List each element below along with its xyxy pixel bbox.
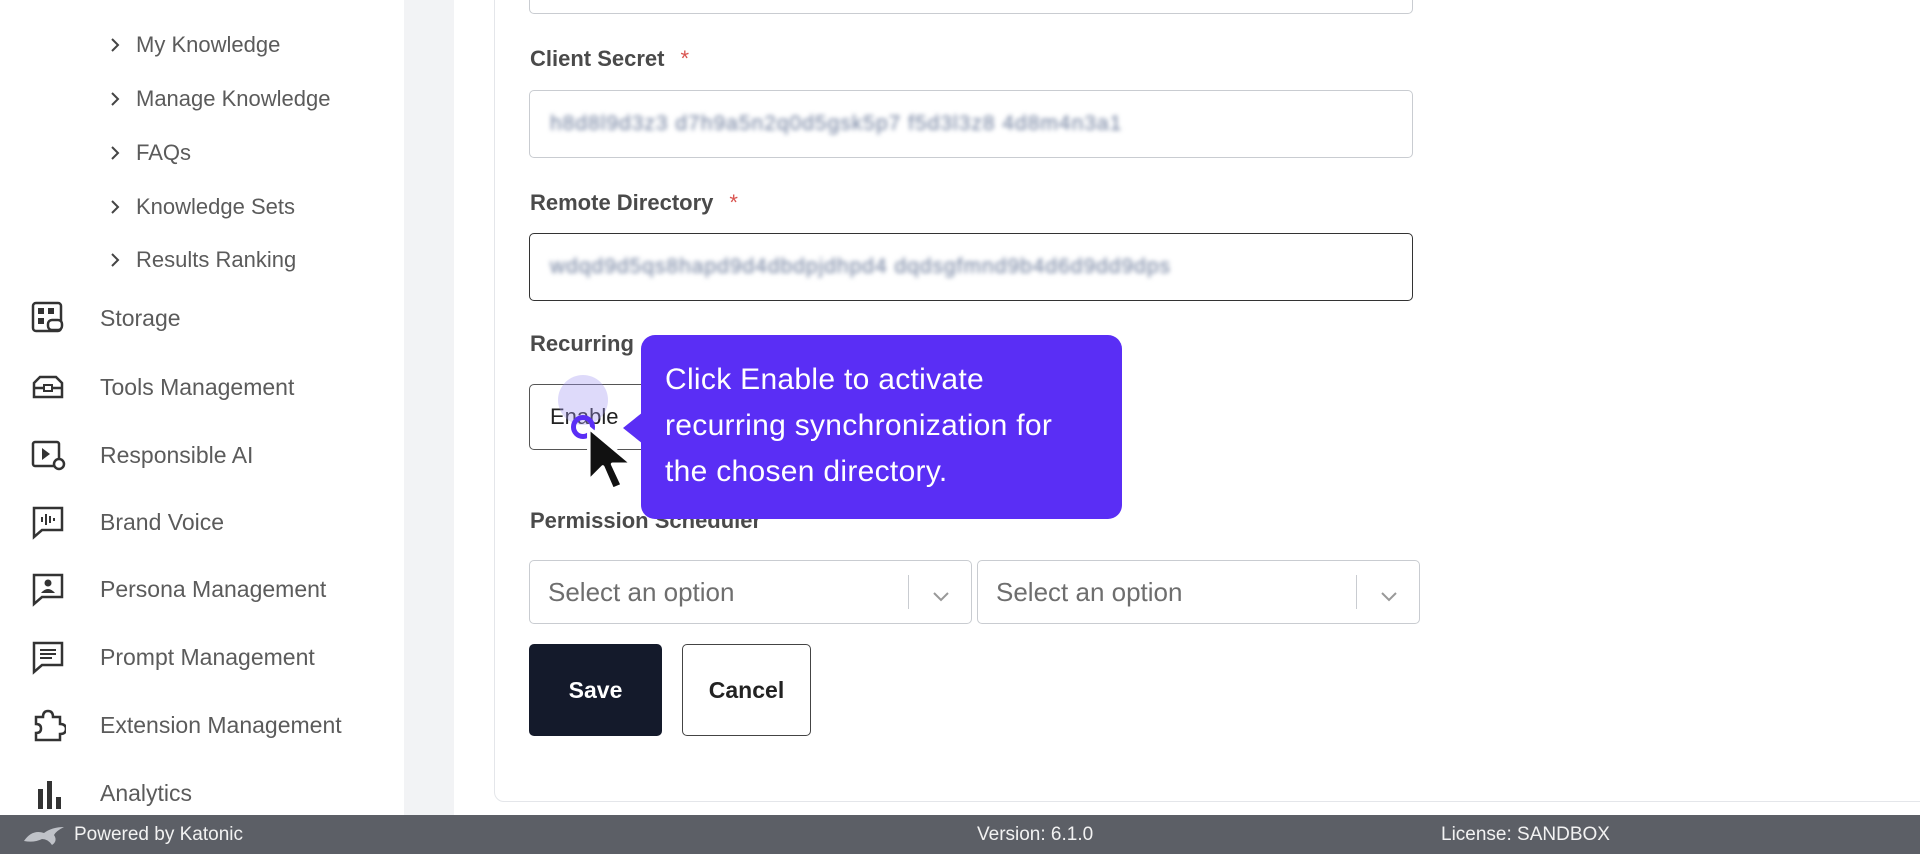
cancel-button[interactable]: Cancel bbox=[682, 644, 811, 736]
select-placeholder: Select an option bbox=[548, 576, 735, 607]
sidebar-item-label: Results Ranking bbox=[136, 247, 297, 272]
sidebar-item-tools-management[interactable]: Tools Management bbox=[28, 362, 294, 412]
sidebar-item-label: Extension Management bbox=[100, 711, 342, 738]
sidebar-item-knowledge-sets[interactable]: Knowledge Sets bbox=[108, 187, 295, 227]
select-placeholder: Select an option bbox=[996, 576, 1183, 607]
sidebar-item-label: Prompt Management bbox=[100, 643, 315, 670]
sidebar-item-label: Knowledge Sets bbox=[136, 194, 295, 219]
sidebar-item-label: Analytics bbox=[100, 779, 193, 806]
toolbox-icon bbox=[28, 367, 68, 407]
required-marker: * bbox=[729, 190, 738, 215]
remote-directory-label: Remote Directory * bbox=[530, 190, 738, 215]
powered-by-text: Powered by Katonic bbox=[74, 823, 243, 845]
select-separator bbox=[1355, 575, 1357, 609]
partial-sidebar-item bbox=[133, 0, 139, 8]
client-secret-label: Client Secret * bbox=[530, 46, 690, 71]
sidebar-item-label: My Knowledge bbox=[136, 32, 281, 57]
chevron-right-icon bbox=[108, 38, 122, 52]
persona-icon bbox=[28, 569, 68, 609]
remote-directory-value: wdqd9d5qs8hapd9d4dbdpjdhpd4 dqdsgfmnd9b4… bbox=[550, 255, 1172, 278]
chevron-down-icon[interactable] bbox=[931, 583, 951, 614]
recurring-label: Recurring bbox=[530, 331, 634, 356]
chevron-right-icon bbox=[108, 200, 122, 214]
voice-icon bbox=[28, 502, 68, 542]
sidebar-item-label: Manage Knowledge bbox=[136, 86, 331, 111]
sidebar-item-label: Tools Management bbox=[100, 373, 295, 400]
remote-directory-input[interactable]: wdqd9d5qs8hapd9d4dbdpjdhpd4 dqdsgfmnd9b4… bbox=[529, 233, 1413, 301]
katonic-logo-icon bbox=[22, 823, 66, 853]
sidebar-item-extension-management[interactable]: Extension Management bbox=[28, 700, 342, 750]
mouse-cursor-icon bbox=[586, 425, 642, 500]
sidebar-item-label: Persona Management bbox=[100, 575, 327, 602]
video-settings-icon bbox=[28, 435, 68, 475]
chevron-right-icon bbox=[108, 253, 122, 267]
puzzle-icon bbox=[28, 705, 68, 745]
previous-field-input[interactable] bbox=[529, 0, 1413, 14]
select-separator bbox=[907, 575, 909, 609]
sidebar-item-persona-management[interactable]: Persona Management bbox=[28, 564, 326, 614]
client-secret-value: h8d8l9d3z3 d7h9a5n2q0d5gsk5p7 f5d3l3z8 4… bbox=[550, 112, 1123, 135]
permission-scheduler-select-1[interactable]: Select an option bbox=[529, 560, 972, 624]
client-secret-input[interactable]: h8d8l9d3z3 d7h9a5n2q0d5gsk5p7 f5d3l3z8 4… bbox=[529, 90, 1413, 158]
permission-scheduler-select-2[interactable]: Select an option bbox=[977, 560, 1420, 624]
sidebar-item-responsible-ai[interactable]: Responsible AI bbox=[28, 430, 253, 480]
license-text: License: SANDBOX bbox=[1441, 823, 1610, 845]
content-gutter bbox=[404, 0, 454, 815]
sidebar-item-label: Brand Voice bbox=[100, 508, 225, 535]
chevron-right-icon bbox=[108, 92, 122, 106]
storage-icon bbox=[28, 298, 68, 338]
sidebar-item-my-knowledge[interactable]: My Knowledge bbox=[108, 25, 280, 65]
required-marker: * bbox=[680, 46, 690, 71]
sidebar-item-label: Responsible AI bbox=[100, 441, 254, 468]
sidebar-item-manage-knowledge[interactable]: Manage Knowledge bbox=[108, 79, 330, 119]
sidebar-item-results-ranking[interactable]: Results Ranking bbox=[108, 240, 296, 280]
guide-tooltip: Click Enable to activate recurring synch… bbox=[641, 335, 1122, 519]
footer-bar: Powered by Katonic Version: 6.1.0 Licens… bbox=[0, 815, 1920, 854]
prompt-icon bbox=[28, 637, 68, 677]
sidebar-item-analytics[interactable]: Analytics bbox=[28, 768, 192, 815]
bar-chart-icon bbox=[28, 773, 68, 813]
sidebar-item-storage[interactable]: Storage bbox=[28, 293, 181, 343]
sidebar-item-label: Storage bbox=[100, 304, 181, 331]
version-text: Version: 6.1.0 bbox=[977, 823, 1094, 845]
sidebar-item-brand-voice[interactable]: Brand Voice bbox=[28, 497, 224, 547]
sidebar-item-label: FAQs bbox=[136, 140, 192, 165]
chevron-down-icon[interactable] bbox=[1379, 583, 1399, 614]
sidebar: My Knowledge Manage Knowledge FAQs Knowl… bbox=[0, 0, 404, 815]
sidebar-item-prompt-management[interactable]: Prompt Management bbox=[28, 632, 315, 682]
sidebar-item-faqs[interactable]: FAQs bbox=[108, 133, 191, 173]
save-button[interactable]: Save bbox=[529, 644, 662, 736]
chevron-right-icon bbox=[108, 146, 122, 160]
